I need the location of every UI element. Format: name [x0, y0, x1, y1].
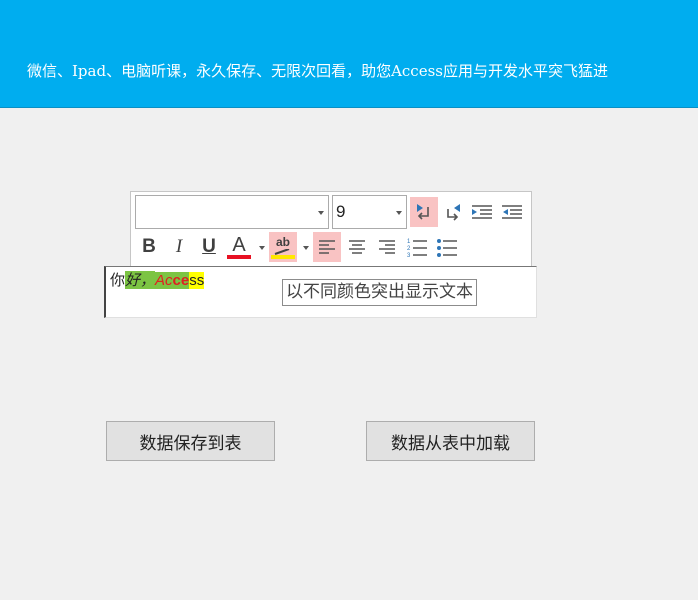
banner-text: 微信、Ipad、电脑听课，永久保存、无限次回看，助您Access应用与开发水平突…	[27, 62, 608, 80]
highlight-color-button[interactable]: ab	[269, 232, 297, 262]
align-left-button[interactable]	[313, 232, 341, 262]
decrease-indent-icon	[502, 205, 522, 219]
highlight-swatch	[271, 255, 295, 259]
bullet-list-icon	[437, 239, 457, 257]
svg-text:1: 1	[407, 239, 411, 245]
rich-text-content: 你好，Access	[110, 269, 205, 290]
left-to-right-button[interactable]	[410, 197, 438, 227]
align-center-button[interactable]	[343, 232, 371, 262]
svg-text:3: 3	[407, 253, 411, 258]
highlight-dropdown-icon[interactable]	[303, 246, 309, 250]
right-to-left-icon	[447, 204, 460, 221]
chevron-down-icon[interactable]	[396, 211, 402, 215]
top-banner: 微信、Ipad、电脑听课，永久保存、无限次回看，助您Access应用与开发水平突…	[0, 0, 698, 108]
mini-formatting-toolbar: 9 B I U A ab 1 2 3	[130, 191, 532, 267]
svg-text:2: 2	[407, 246, 411, 252]
font-size-combobox[interactable]: 9	[332, 195, 407, 229]
highlight-glyph: ab	[275, 235, 290, 249]
text-segment-green-italic: 好，	[125, 271, 156, 289]
font-name-combobox[interactable]	[135, 195, 329, 229]
align-right-icon	[379, 240, 395, 254]
chevron-down-icon[interactable]	[318, 211, 324, 215]
align-left-icon	[319, 240, 335, 254]
text-segment-yellow-highlight: ss	[189, 272, 205, 289]
bold-button[interactable]: B	[135, 232, 163, 262]
highlight-tooltip: 以不同颜色突出显示文本	[282, 279, 477, 306]
align-right-button[interactable]	[373, 232, 401, 262]
increase-indent-button[interactable]	[468, 197, 496, 227]
font-color-dropdown-icon[interactable]	[259, 246, 265, 250]
numbered-list-icon: 1 2 3	[407, 239, 427, 258]
decrease-indent-button[interactable]	[498, 197, 526, 227]
left-to-right-icon	[417, 204, 429, 220]
load-from-table-button[interactable]: 数据从表中加载	[366, 421, 535, 461]
font-size-value: 9	[336, 202, 346, 221]
font-color-swatch	[227, 255, 251, 259]
text-segment-red-bold: ce	[172, 272, 190, 289]
underline-button[interactable]: U	[195, 232, 223, 262]
numbered-list-button[interactable]: 1 2 3	[403, 232, 431, 262]
text-segment-plain: 你	[110, 271, 126, 289]
save-to-table-button[interactable]: 数据保存到表	[106, 421, 275, 461]
text-segment-red-italic: Ac	[155, 272, 173, 289]
align-center-icon	[349, 240, 365, 254]
increase-indent-icon	[472, 205, 492, 219]
italic-button[interactable]: I	[165, 232, 193, 262]
font-color-button[interactable]: A	[225, 232, 253, 262]
bullet-list-button[interactable]	[433, 232, 461, 262]
font-color-glyph: A	[232, 234, 246, 256]
right-to-left-button[interactable]	[439, 197, 467, 227]
